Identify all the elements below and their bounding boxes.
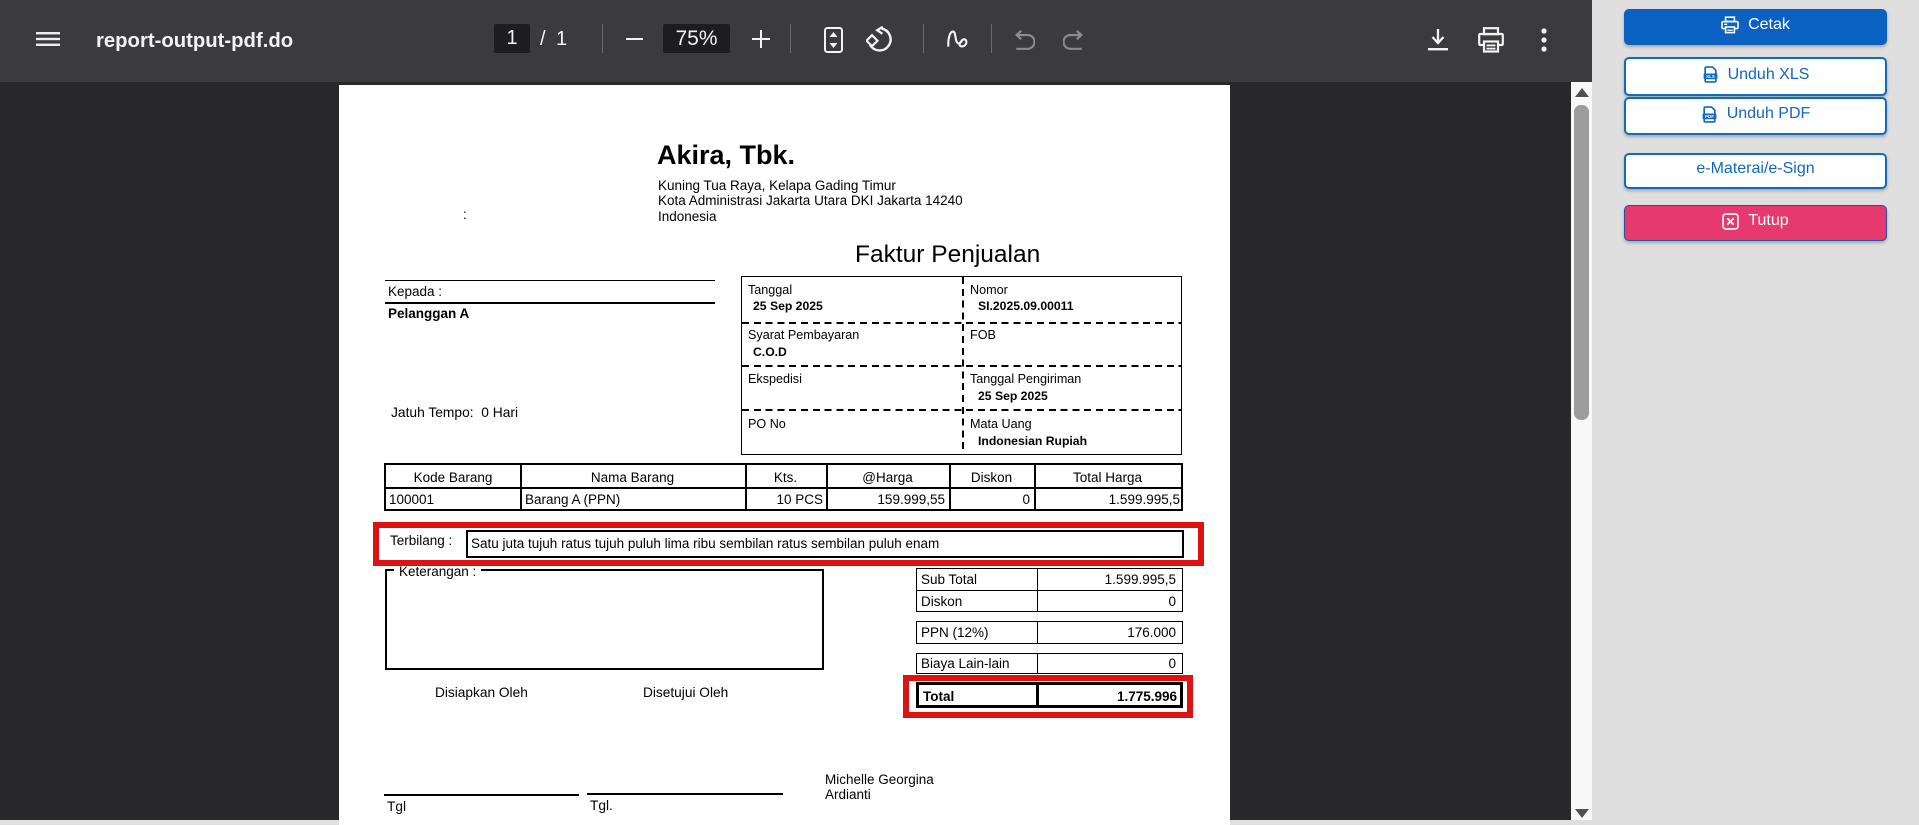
- svg-text:PDF: PDF: [1705, 114, 1714, 119]
- svg-text:XLS: XLS: [1706, 74, 1715, 79]
